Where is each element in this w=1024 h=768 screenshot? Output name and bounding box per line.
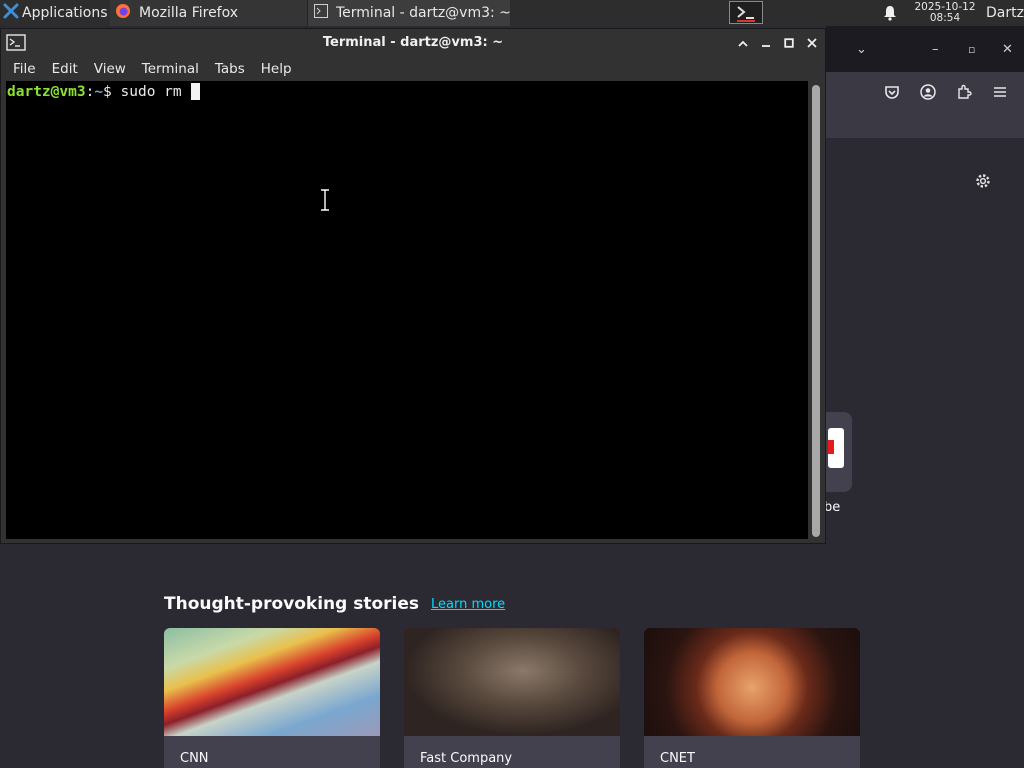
text-cursor (191, 83, 201, 100)
hamburger-menu-icon[interactable] (988, 80, 1012, 104)
user-menu[interactable]: Dartz (986, 0, 1024, 26)
top-site-label: be (824, 500, 841, 515)
settings-gear-icon[interactable] (972, 170, 994, 192)
youtube-logo-icon (828, 428, 844, 468)
account-icon[interactable] (916, 80, 940, 104)
shade-button-icon[interactable] (733, 33, 753, 53)
taskbar-item-firefox[interactable]: Mozilla Firefox (110, 0, 308, 26)
panel-clock[interactable]: 2025-10-12 08:54 (908, 0, 982, 26)
terminal-menubar: File Edit View Terminal Tabs Help (1, 57, 825, 81)
menu-help[interactable]: Help (255, 61, 298, 77)
minimize-button-icon[interactable] (756, 33, 776, 53)
menu-file[interactable]: File (7, 61, 42, 77)
story-image-statue (404, 628, 620, 736)
clock-time: 08:54 (929, 12, 961, 24)
extensions-icon[interactable] (952, 80, 976, 104)
prompt-user: dartz@vm3 (7, 84, 86, 100)
story-card[interactable]: CNN (164, 628, 380, 768)
mouse-ibeam-cursor-icon (321, 189, 329, 211)
story-source: CNET (660, 751, 695, 766)
firefox-tab-strip: ⌄ – ▫ ✕ (826, 26, 1024, 72)
taskbar-item-terminal[interactable]: Terminal - dartz@vm3: ~ (308, 0, 510, 26)
firefox-icon (115, 3, 131, 23)
maximize-button-icon[interactable] (779, 33, 799, 53)
applications-menu[interactable]: Applications ≡ (0, 0, 110, 26)
story-card[interactable]: Fast Company (404, 628, 620, 768)
prompt-symbol: $ (103, 84, 112, 100)
terminal-window[interactable]: Terminal - dartz@vm3: ~ File Edit View T… (0, 28, 826, 544)
taskbar-item-label: Mozilla Firefox (139, 5, 239, 21)
notification-bell-icon[interactable] (880, 0, 900, 26)
taskbar-item-label: Terminal - dartz@vm3: ~ (336, 5, 510, 21)
window-title: Terminal - dartz@vm3: ~ (322, 35, 504, 50)
pocket-icon[interactable] (880, 80, 904, 104)
stories-heading: Thought-provoking stories (164, 594, 420, 614)
terminal-prompt-icon (737, 5, 755, 22)
menu-tabs[interactable]: Tabs (209, 61, 251, 77)
applications-label: Applications (22, 5, 108, 21)
terminal-icon (314, 4, 328, 22)
story-card[interactable]: CNET (644, 628, 860, 768)
minimize-icon[interactable]: – (932, 26, 939, 72)
story-source: Fast Company (420, 751, 513, 766)
story-image-clock (644, 628, 860, 736)
xfce-logo-icon (3, 3, 19, 23)
story-image-weather-map (164, 628, 380, 736)
close-icon[interactable]: ✕ (1002, 26, 1013, 72)
command-line: dartz@vm3: ~ $ sudo rm (7, 83, 201, 101)
close-button-icon[interactable] (802, 33, 822, 53)
menu-terminal[interactable]: Terminal (136, 61, 205, 77)
firefox-toolbar (826, 72, 1024, 138)
prompt-path: ~ (94, 84, 104, 100)
maximize-icon[interactable]: ▫ (968, 26, 975, 72)
typed-command: sudo rm (120, 84, 191, 100)
scrollbar-thumb[interactable] (812, 85, 820, 537)
workspace-terminal-button[interactable] (729, 1, 763, 24)
terminal-scrollbar[interactable] (808, 81, 825, 541)
top-panel: Applications ≡ Mozilla Firefox Terminal … (0, 0, 1024, 26)
learn-more-link[interactable]: Learn more (431, 597, 505, 612)
prompt-separator: : (85, 84, 95, 100)
story-source: CNN (180, 751, 209, 766)
terminal-screen[interactable]: dartz@vm3: ~ $ sudo rm (6, 81, 808, 539)
menu-edit[interactable]: Edit (46, 61, 84, 77)
list-all-tabs-icon[interactable]: ⌄ (856, 26, 867, 72)
terminal-titlebar[interactable]: Terminal - dartz@vm3: ~ (1, 29, 825, 57)
menu-view[interactable]: View (88, 61, 132, 77)
